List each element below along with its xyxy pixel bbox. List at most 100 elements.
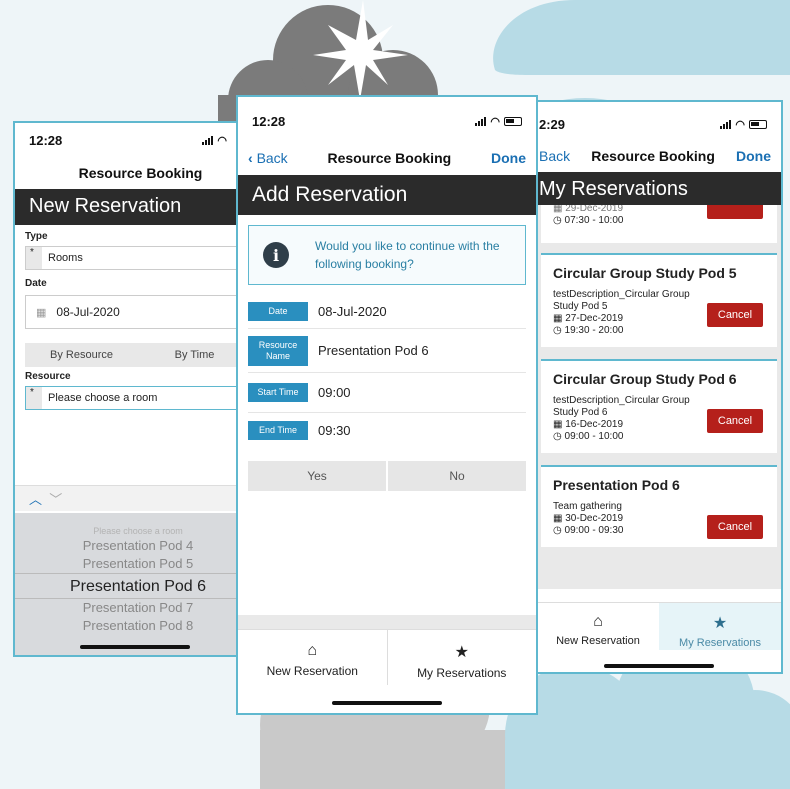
detail-end-time: End Time 09:30 <box>248 413 526 447</box>
signal-icon <box>720 119 732 129</box>
tab-new-reservation[interactable]: ⌂ New Reservation <box>537 603 659 650</box>
info-line: Would you like to continue with the <box>315 239 500 253</box>
tab-label: New Reservation <box>266 664 358 678</box>
star-icon: ★ <box>454 644 469 661</box>
tab-my-reservations[interactable]: ★ My Reservations <box>659 603 781 650</box>
type-value: Rooms <box>48 252 83 264</box>
clock-icon: ◷ <box>553 215 565 226</box>
date-field[interactable]: ▦ 08-Jul-2020 <box>25 295 251 329</box>
tab-label: New Reservation <box>556 635 640 647</box>
detail-date: Date 08-Jul-2020 <box>248 295 526 329</box>
status-time: 12:28 <box>29 132 63 148</box>
reservation-card-partial: ▦ 29-Dec-2019 ◷ 07:30 - 10:00 <box>541 205 777 243</box>
resource-select[interactable]: * Please choose a room <box>25 386 251 410</box>
reservation-description: testDescription_Circular Group <box>553 289 690 300</box>
room-picker-wheel[interactable]: Please choose a room Presentation Pod 4 … <box>15 513 261 655</box>
page-title: Add Reservation <box>238 175 536 215</box>
type-label: Type <box>25 231 48 242</box>
battery-icon <box>749 119 767 129</box>
home-indicator <box>332 701 442 705</box>
reservation-date: 16-Dec-2019 <box>565 419 624 430</box>
tab-my-reservations[interactable]: ★ My Reservations <box>388 630 537 685</box>
tag-line: Name <box>265 350 290 361</box>
picker-item[interactable]: Presentation Pod 7 <box>15 599 261 617</box>
calendar-icon: ▦ <box>36 306 47 319</box>
start-time-tag: Start Time <box>248 383 308 402</box>
picker-item[interactable]: Please choose a room <box>15 523 261 537</box>
calendar-icon: ▦ <box>553 313 566 324</box>
picker-item[interactable]: Presentation Pod 4 <box>15 537 261 555</box>
back-button[interactable]: Back <box>539 148 570 164</box>
cancel-button[interactable]: Cancel <box>707 303 763 327</box>
reservation-title: Circular Group Study Pod 5 <box>553 265 737 281</box>
status-bar: 12:28 ◠ <box>15 123 261 157</box>
wifi-icon: ◠ <box>217 134 227 147</box>
search-mode-segmented: By Resource By Time <box>25 343 251 367</box>
reservation-title: Circular Group Study Pod 6 <box>553 371 737 387</box>
chevron-down-icon[interactable]: ﹀ <box>49 492 62 507</box>
reservation-time: 09:00 - 09:30 <box>564 525 624 536</box>
done-button[interactable]: Done <box>491 150 526 166</box>
resource-name-value: Presentation Pod 6 <box>318 343 429 358</box>
calendar-icon: ▦ <box>553 419 566 430</box>
cancel-button[interactable]: Cancel <box>707 515 763 539</box>
required-mark: * <box>26 387 42 409</box>
picker-item-selected[interactable]: Presentation Pod 6 <box>15 573 261 599</box>
picker-item[interactable]: Presentation Pod 8 <box>15 617 261 635</box>
home-icon: ⌂ <box>593 613 603 630</box>
nav-title: Resource Booking <box>591 148 715 164</box>
reservation-list[interactable]: ▦ 29-Dec-2019 ◷ 07:30 - 10:00 Circular G… <box>537 205 781 589</box>
home-indicator <box>80 645 190 649</box>
tab-bar: ⌂ New Reservation ★ My Reservations <box>238 629 536 685</box>
type-select[interactable]: * Rooms <box>25 246 251 270</box>
done-button[interactable]: Done <box>736 148 771 164</box>
chevron-up-icon[interactable]: ︿ <box>29 492 42 507</box>
end-time-value: 09:30 <box>318 422 351 438</box>
reservation-date: 27-Dec-2019 <box>565 313 624 324</box>
cloud-top-right <box>485 0 790 100</box>
back-label: Back <box>256 150 288 166</box>
reservation-description: Team gathering <box>553 501 622 512</box>
status-bar: 12:28 ◠ <box>238 97 536 141</box>
cancel-button[interactable] <box>707 205 763 219</box>
tab-by-time[interactable]: By Time <box>138 343 251 367</box>
detail-resource-name: Resource Name Presentation Pod 6 <box>248 329 526 373</box>
cancel-button[interactable]: Cancel <box>707 409 763 433</box>
resource-label: Resource <box>25 371 71 382</box>
picker-toolbar: ︿ ﹀ Do <box>15 485 261 511</box>
home-icon: ⌂ <box>307 642 318 659</box>
picker-nav-arrows[interactable]: ︿ ﹀ <box>29 489 62 508</box>
calendar-icon: ▦ <box>553 513 566 524</box>
tab-label: My Reservations <box>417 666 507 680</box>
reservation-title: Presentation Pod 6 <box>553 477 680 493</box>
wifi-icon: ◠ <box>490 115 500 128</box>
yes-button[interactable]: Yes <box>248 461 386 491</box>
calendar-icon: ▦ <box>553 205 566 214</box>
tag-line: Resource <box>258 339 298 350</box>
wifi-icon: ◠ <box>735 118 745 131</box>
no-button[interactable]: No <box>388 461 526 491</box>
clock-icon: ◷ <box>553 431 565 442</box>
tab-by-resource[interactable]: By Resource <box>25 343 138 367</box>
detail-start-time: Start Time 09:00 <box>248 373 526 413</box>
tab-new-reservation[interactable]: ⌂ New Reservation <box>238 630 388 685</box>
date-value: 08-Jul-2020 <box>56 305 120 319</box>
new-reservation-screen: 12:28 ◠ Resource Booking Do New Reservat… <box>13 121 263 657</box>
reservation-card: Circular Group Study Pod 6 testDescripti… <box>541 359 777 453</box>
status-bar: 2:29 ◠ <box>537 102 781 140</box>
signal-icon <box>475 116 487 126</box>
picker-item[interactable]: Presentation Pod 5 <box>15 555 261 573</box>
divider <box>238 615 536 629</box>
reservation-date: 30-Dec-2019 <box>565 513 624 524</box>
battery-icon <box>504 116 522 126</box>
add-reservation-screen: 12:28 ◠ ‹ Back Resource Booking Done Add… <box>236 95 538 715</box>
reservation-card: Circular Group Study Pod 5 testDescripti… <box>541 253 777 347</box>
resource-name-tag: Resource Name <box>248 335 308 366</box>
back-button[interactable]: ‹ Back <box>248 150 288 166</box>
reservation-description: testDescription_Circular Group <box>553 395 690 406</box>
reservation-time: 07:30 - 10:00 <box>564 215 624 226</box>
status-time: 12:28 <box>252 113 286 129</box>
end-time-tag: End Time <box>248 420 308 440</box>
date-label: Date <box>25 278 47 289</box>
confirmation-message: i Would you like to continue with the fo… <box>248 225 526 285</box>
